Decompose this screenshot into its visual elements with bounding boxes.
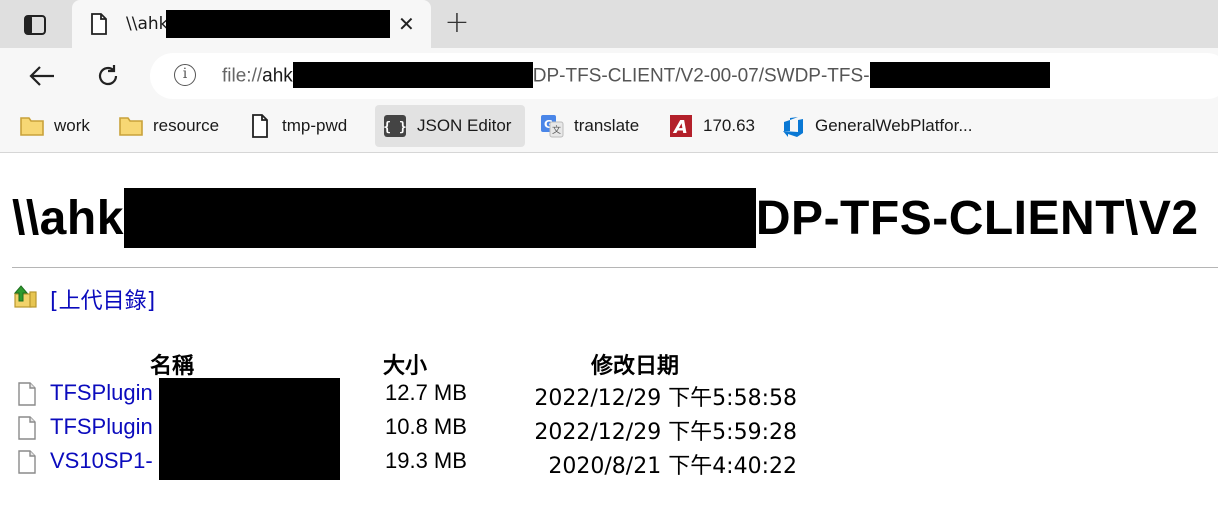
url-path: DP-TFS-CLIENT/V2-00-07/SWDP-TFS- bbox=[532, 65, 870, 87]
bookmark-tmp-pwd[interactable]: tmp-pwd bbox=[246, 105, 347, 147]
page-title: \\ahk DP-TFS-CLIENT\V2 bbox=[12, 188, 1199, 249]
bookmark-label: 170.63 bbox=[703, 116, 755, 135]
bookmark-label: resource bbox=[153, 116, 220, 135]
bookmark-json-editor[interactable]: { } JSON Editor bbox=[375, 105, 525, 147]
column-header-modified[interactable]: 修改日期 bbox=[591, 348, 679, 380]
back-button[interactable] bbox=[24, 60, 60, 92]
folder-icon bbox=[18, 114, 46, 138]
column-header-size[interactable]: 大小 bbox=[383, 348, 427, 380]
svg-text:文: 文 bbox=[552, 124, 561, 136]
bookmark-170-63[interactable]: A 170.63 bbox=[667, 105, 755, 147]
tab-actions-icon bbox=[24, 15, 46, 35]
file-size: 19.3 MB bbox=[385, 448, 467, 473]
file-icon bbox=[17, 416, 37, 445]
bookmark-generalwebplatform[interactable]: GeneralWebPlatfor... bbox=[779, 105, 973, 147]
tab-actions-button[interactable] bbox=[12, 10, 58, 40]
url-text[interactable]: file://ahk DP-TFS-CLIENT/V2-00-07/SWDP-TF… bbox=[222, 62, 1050, 88]
bookmarks-bar: work resource tmp-pwd { } JSON Editor G文… bbox=[0, 104, 1218, 153]
up-folder-icon bbox=[12, 284, 38, 315]
svg-text:{ }: { } bbox=[383, 120, 406, 135]
back-arrow-icon bbox=[29, 66, 54, 86]
address-bar[interactable]: i file://ahk DP-TFS-CLIENT/V2-00-07/SWDP-… bbox=[150, 53, 1218, 99]
file-size: 12.7 MB bbox=[385, 380, 467, 405]
site-info-icon[interactable]: i bbox=[174, 64, 196, 86]
bookmark-work[interactable]: work bbox=[18, 105, 90, 147]
url-host: ahk bbox=[262, 65, 293, 87]
active-tab[interactable]: \\ahk ✕ bbox=[72, 0, 431, 48]
tab-strip: \\ahk ✕ + bbox=[0, 0, 1218, 48]
parent-directory-link[interactable]: [上代目錄] bbox=[50, 283, 155, 315]
redaction bbox=[166, 10, 390, 38]
redaction bbox=[159, 378, 340, 480]
red-a-icon: A bbox=[667, 114, 695, 138]
reload-icon bbox=[98, 65, 118, 86]
bookmark-resource[interactable]: resource bbox=[117, 105, 219, 147]
page-title-end: DP-TFS-CLIENT\V2 bbox=[755, 192, 1199, 245]
tab-title: \\ahk bbox=[126, 14, 169, 34]
bookmark-label: JSON Editor bbox=[417, 116, 512, 135]
file-modified: 2022/12/29 下午5:59:28 bbox=[534, 420, 797, 445]
column-header-name[interactable]: 名稱 bbox=[150, 348, 194, 380]
new-tab-button[interactable]: + bbox=[440, 8, 474, 40]
bookmark-label: work bbox=[54, 116, 90, 135]
reload-button[interactable] bbox=[90, 60, 126, 92]
file-name-link[interactable]: TFSPlugin bbox=[50, 380, 153, 406]
document-icon bbox=[90, 13, 108, 40]
redaction bbox=[869, 62, 1050, 88]
url-scheme: file:// bbox=[222, 65, 263, 87]
file-modified: 2022/12/29 下午5:58:58 bbox=[534, 386, 797, 411]
folder-icon bbox=[117, 114, 145, 138]
divider bbox=[12, 267, 1218, 268]
close-tab-icon[interactable]: ✕ bbox=[398, 14, 415, 34]
bookmark-translate[interactable]: G文 translate bbox=[538, 105, 639, 147]
redaction bbox=[292, 62, 533, 88]
file-size: 10.8 MB bbox=[385, 414, 467, 439]
svg-text:A: A bbox=[672, 117, 688, 138]
file-name-link[interactable]: TFSPlugin bbox=[50, 414, 153, 440]
directory-listing-page: \\ahk DP-TFS-CLIENT\V2 [上代目錄] 名稱 大小 修改日期 … bbox=[0, 153, 1218, 513]
file-icon bbox=[17, 450, 37, 479]
navigation-toolbar: i file://ahk DP-TFS-CLIENT/V2-00-07/SWDP-… bbox=[0, 48, 1218, 104]
file-modified: 2020/8/21 下午4:40:22 bbox=[548, 454, 797, 479]
page-icon bbox=[246, 114, 274, 138]
azure-devops-icon bbox=[779, 114, 807, 138]
page-title-start: \\ahk bbox=[12, 192, 124, 245]
google-translate-icon: G文 bbox=[538, 114, 566, 138]
bookmark-label: tmp-pwd bbox=[282, 116, 348, 135]
redaction bbox=[123, 188, 756, 249]
braces-icon: { } bbox=[381, 114, 409, 138]
file-name-link[interactable]: VS10SP1- bbox=[50, 448, 153, 474]
bookmark-label: translate bbox=[574, 116, 640, 135]
parent-directory: [上代目錄] bbox=[12, 283, 155, 315]
file-icon bbox=[17, 382, 37, 411]
bookmark-label: GeneralWebPlatfor... bbox=[815, 116, 973, 135]
